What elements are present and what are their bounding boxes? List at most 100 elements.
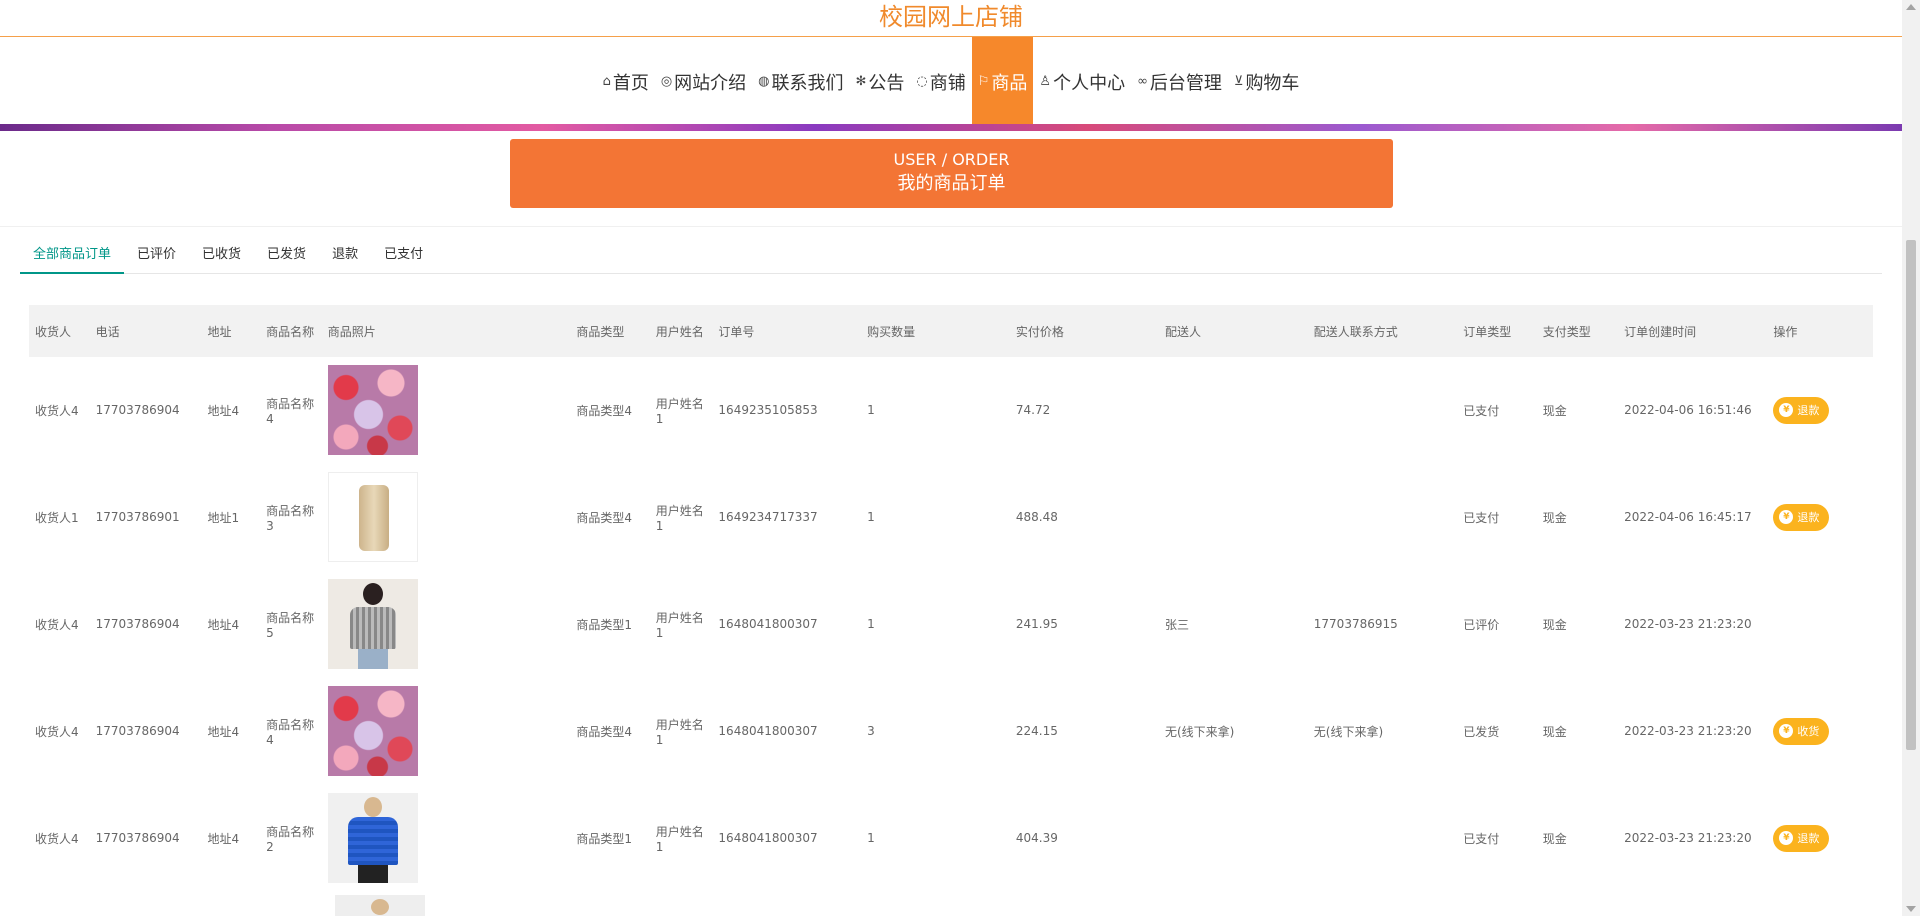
scrollbar-thumb[interactable] [1906,240,1916,750]
cell-type: 商品类型4 [570,463,650,571]
partial-product-image [335,895,425,916]
link-icon: ∞ [1137,74,1148,89]
cell-created: 2022-04-06 16:45:17 [1618,463,1768,571]
cell-user: 用户姓名1 [649,677,713,785]
nav-item-label: 首页 [612,72,649,94]
tab-3[interactable]: 已发货 [254,227,319,273]
column-header: 商品名称 [260,305,322,357]
scroll-up-icon[interactable] [1906,4,1916,10]
action-button[interactable]: ¥ 退款 [1773,824,1830,852]
main-nav: ⌂ 首页 ◎ 网站介绍 ◍ 联系我们 ✻ 公告 ◌ 商铺 ⚐ 商品 ♙ 个人中心 ∞ 后台管理 ⊻ 购物车 [0,37,1902,126]
action-button[interactable]: ¥ 退款 [1773,396,1830,424]
column-header: 订单号 [712,305,862,357]
cell-pay: 现金 [1536,463,1619,571]
contact-icon: ◍ [758,74,770,89]
nav-item-label: 公告 [868,72,905,94]
action-cell: ¥ 收货 [1767,677,1873,785]
tab-0[interactable]: 全部商品订单 [20,227,125,274]
cell-courier: 张三 [1158,570,1308,678]
column-header: 订单类型 [1457,305,1537,357]
product-photo-cell [321,357,571,464]
cell-pay: 现金 [1536,570,1619,678]
column-header: 配送人 [1158,305,1308,357]
nav-item-4[interactable]: ◌ 商铺 [910,37,971,126]
table-body: 收货人4 17703786904 地址4 商品名称4 商品类型4 用户姓名1 1649235… [29,357,1873,892]
cell-address: 地址1 [201,463,261,571]
user-icon: ♙ [1039,74,1052,89]
nav-item-label: 购物车 [1245,72,1300,94]
nav-item-label: 商品 [991,72,1028,94]
cell-receiver: 收货人4 [29,784,90,892]
nav-item-1[interactable]: ◎ 网站介绍 [655,37,752,126]
action-button[interactable]: ¥ 退款 [1773,503,1830,531]
table-row: 收货人1 17703786901 地址1 商品名称3 商品类型4 用户姓名1 1649234… [29,463,1873,571]
column-header: 支付类型 [1536,305,1619,357]
table-row: 收货人4 17703786904 地址4 商品名称4 商品类型4 用户姓名1 1649235… [29,357,1873,464]
cell-receiver: 收货人1 [29,463,90,571]
column-header: 操作 [1767,305,1873,357]
product-image [327,472,418,562]
cell-order-no: 1649235105853 [712,357,862,464]
cell-type: 商品类型4 [570,677,650,785]
cell-order-no: 1648041800307 [712,784,862,892]
cell-name: 商品名称4 [260,677,322,785]
cell-status: 已支付 [1457,784,1537,892]
nav-item-8[interactable]: ⊻ 购物车 [1228,37,1306,126]
cell-qty: 1 [861,784,1010,892]
product-photo-cell [321,570,571,678]
nav-item-3[interactable]: ✻ 公告 [850,37,911,126]
order-banner-cn: 我的商品订单 [897,173,1006,194]
tab-5[interactable]: 已支付 [371,227,436,273]
cell-receiver: 收货人4 [29,570,90,678]
nav-item-5[interactable]: ⚐ 商品 [971,37,1034,126]
product-photo-cell [321,463,571,571]
cell-status: 已发货 [1457,677,1537,785]
cell-address: 地址4 [201,357,261,464]
column-header: 配送人联系方式 [1307,305,1458,357]
nav-item-label: 网站介绍 [674,72,747,94]
tab-4[interactable]: 退款 [319,227,371,273]
tab-2[interactable]: 已收货 [189,227,254,273]
nav-item-label: 商铺 [929,72,966,94]
cell-price: 241.95 [1009,570,1159,678]
page-scrollbar[interactable] [1902,0,1920,916]
cell-address: 地址4 [201,784,261,892]
cell-courier-phone: 无(线下来拿) [1307,677,1458,785]
action-cell: ¥ 退款 [1767,784,1873,892]
table-row: 收货人4 17703786904 地址4 商品名称5 商品类型1 用户姓名1 1648041… [29,570,1873,678]
cell-courier [1158,463,1308,571]
cell-created: 2022-04-06 16:51:46 [1618,357,1768,464]
column-header: 商品照片 [321,305,571,357]
nav-item-label: 后台管理 [1149,72,1222,94]
nav-item-6[interactable]: ♙ 个人中心 [1033,37,1131,126]
cell-name: 商品名称3 [260,463,322,571]
cell-name: 商品名称4 [260,357,322,464]
order-banner-en: USER / ORDER [893,150,1010,169]
cell-receiver: 收货人4 [29,677,90,785]
action-label: 收货 [1797,725,1820,738]
cell-phone: 17703786904 [89,357,202,464]
cell-courier-phone [1307,357,1458,464]
cell-created: 2022-03-23 21:23:20 [1618,570,1768,678]
column-header: 订单创建时间 [1618,305,1768,357]
cell-qty: 1 [861,463,1010,571]
flag-icon: ⚐ [977,74,990,89]
nav-item-2[interactable]: ◍ 联系我们 [752,37,849,126]
yen-icon: ¥ [1779,510,1794,524]
table-header-row: 收货人 电话 地址 商品名称 商品照片 商品类型 用户姓名 订单号 购买数量 实付价格 配送人 配送人… [29,305,1873,357]
cell-price: 404.39 [1009,784,1159,892]
yen-icon: ¥ [1779,403,1794,417]
cell-price: 224.15 [1009,677,1159,785]
nav-item-0[interactable]: ⌂ 首页 [597,37,655,126]
cell-created: 2022-03-23 21:23:20 [1618,784,1768,892]
cart-icon: ⊻ [1233,74,1244,89]
cell-phone: 17703786901 [89,463,202,571]
action-cell [1767,570,1873,678]
cell-status: 已评价 [1457,570,1537,678]
cell-courier-phone [1307,784,1458,892]
cell-courier: 无(线下来拿) [1158,677,1308,785]
tab-1[interactable]: 已评价 [124,227,189,273]
nav-item-7[interactable]: ∞ 后台管理 [1131,37,1228,126]
scroll-down-icon[interactable] [1906,906,1916,912]
action-button[interactable]: ¥ 收货 [1773,717,1830,745]
